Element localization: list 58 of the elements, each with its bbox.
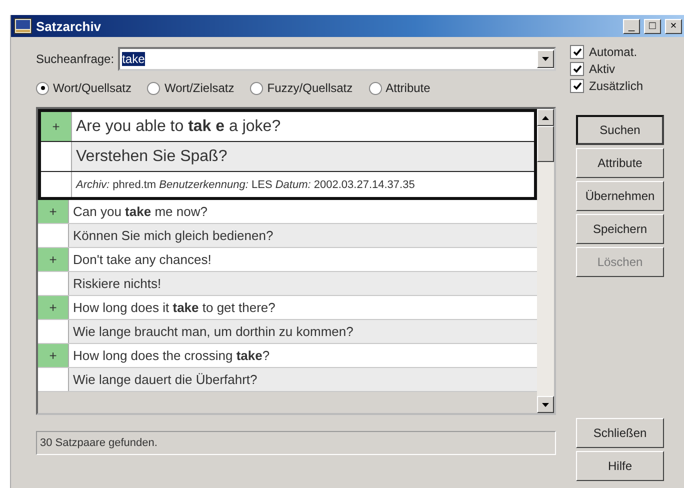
checkbox-label: Zusätzlich bbox=[589, 79, 644, 93]
radio-button[interactable] bbox=[36, 82, 49, 94]
scroll-down-button[interactable] bbox=[537, 396, 554, 413]
pair-metadata: Archiv: phred.tm Benutzerkennung: LES Datum: 2002.03.27.14.37.35 bbox=[76, 178, 415, 190]
target-sentence: Wie lange dauert die Überfahrt? bbox=[73, 372, 258, 387]
marker-cell bbox=[38, 320, 69, 343]
checkbox[interactable] bbox=[570, 45, 584, 59]
dropdown-button[interactable] bbox=[537, 50, 554, 68]
dialog-button[interactable]: Schließen bbox=[576, 418, 664, 448]
radio-button[interactable] bbox=[368, 82, 382, 94]
dialog-button[interactable]: Speichern bbox=[576, 214, 664, 244]
expand-marker[interactable]: + bbox=[38, 296, 69, 319]
window-control[interactable]: □ bbox=[644, 18, 661, 34]
search-combo[interactable]: take bbox=[118, 47, 556, 71]
radio-button[interactable] bbox=[250, 82, 264, 94]
expand-marker[interactable]: + bbox=[38, 200, 69, 223]
target-sentence: Riskiere nichts! bbox=[73, 276, 162, 291]
radio-label: Wort/Quellsatz bbox=[53, 81, 132, 95]
window-control[interactable]: × bbox=[665, 18, 682, 34]
selected-pair[interactable]: + Are you able to tak e a joke? Verstehen Sie Spaß? Archiv: phred.tm Benutzerkennung: LES Datum: 2002.03.27.14.37.35 bbox=[38, 109, 537, 200]
marker-cell bbox=[38, 272, 69, 295]
radio-label: Fuzzy/Quellsatz bbox=[267, 81, 353, 95]
down-arrow-icon bbox=[542, 402, 549, 406]
dialog-button[interactable]: Hilfe bbox=[576, 451, 664, 481]
radio-button[interactable] bbox=[147, 82, 160, 94]
expand-marker[interactable]: + bbox=[41, 112, 72, 141]
radio-label: Wort/Zielsatz bbox=[164, 81, 234, 95]
down-arrow-icon bbox=[542, 57, 549, 61]
radio-label: Attribute bbox=[386, 81, 430, 95]
window-control[interactable]: _ bbox=[623, 18, 640, 34]
status-bar: 30 Satzpaare gefunden. bbox=[36, 431, 556, 455]
dialog-button[interactable]: Suchen bbox=[576, 115, 664, 145]
expand-marker[interactable]: + bbox=[38, 248, 69, 271]
target-sentence: Verstehen Sie Spaß? bbox=[76, 148, 228, 166]
expand-marker[interactable]: + bbox=[38, 344, 69, 367]
scroll-thumb[interactable] bbox=[537, 126, 554, 162]
checkbox-label: Aktiv bbox=[589, 62, 616, 76]
dialog-button[interactable]: Übernehmen bbox=[576, 181, 664, 211]
source-sentence: How long does it take to get there? bbox=[73, 300, 276, 315]
checkbox[interactable] bbox=[570, 62, 584, 76]
app-logo-icon bbox=[14, 18, 32, 34]
scrollbar[interactable] bbox=[537, 109, 554, 413]
dialog-button[interactable]: Attribute bbox=[576, 148, 664, 178]
marker-cell bbox=[38, 224, 69, 247]
checkbox-label: Automat. bbox=[589, 45, 638, 59]
search-label: Sucheanfrage: bbox=[36, 52, 114, 66]
marker-cell bbox=[41, 142, 72, 171]
scroll-up-button[interactable] bbox=[537, 109, 554, 126]
source-sentence: Are you able to tak e a joke? bbox=[76, 118, 281, 136]
up-arrow-icon bbox=[542, 116, 549, 120]
checkbox[interactable] bbox=[570, 79, 584, 93]
target-sentence: Wie lange braucht man, um dorthin zu kommen? bbox=[73, 324, 354, 339]
marker-cell bbox=[38, 368, 69, 391]
source-sentence: How long does the crossing take? bbox=[73, 348, 270, 363]
source-sentence: Can you take me now? bbox=[73, 204, 208, 219]
target-sentence: Können Sie mich gleich bedienen? bbox=[73, 228, 274, 243]
window-title: Satzarchiv bbox=[36, 18, 102, 34]
source-sentence: Don't take any chances! bbox=[73, 252, 212, 267]
